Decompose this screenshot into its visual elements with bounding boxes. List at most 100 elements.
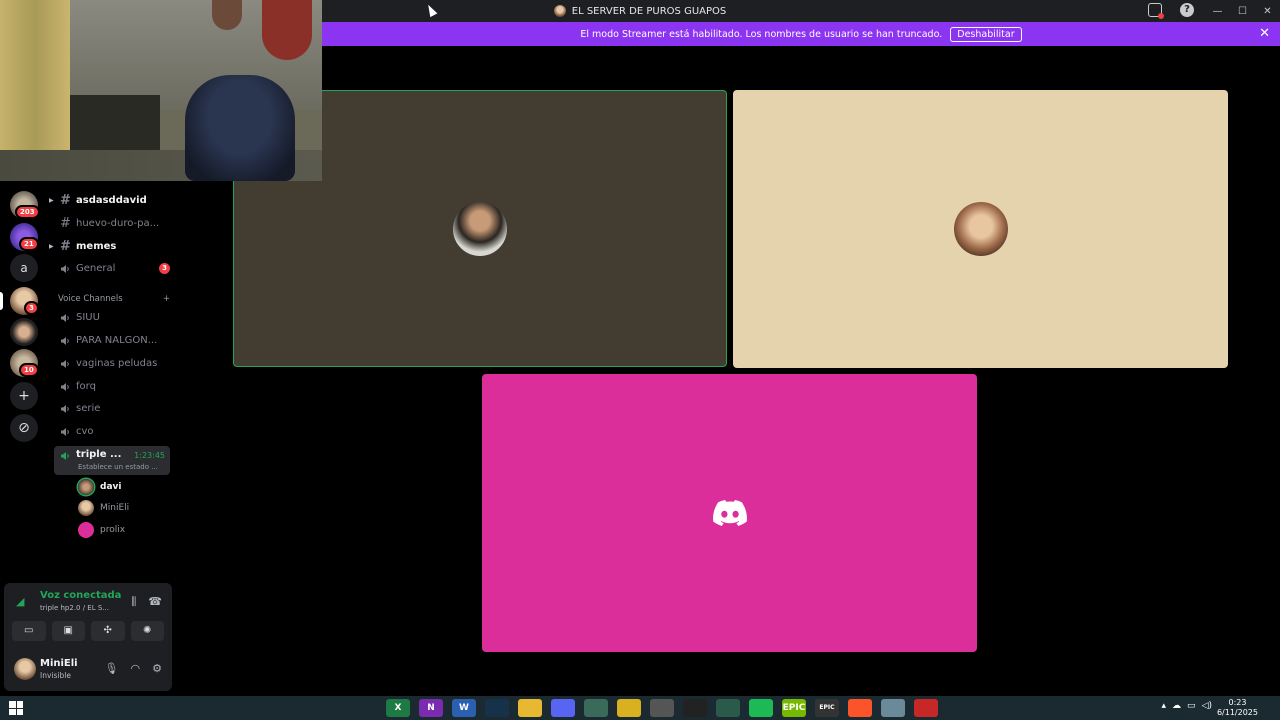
file-explorer-icon[interactable] [518,699,542,717]
voice-actions: ⫼ ☎ [131,595,162,609]
minimize-button[interactable]: — [1205,6,1230,17]
channel-status[interactable]: Establece un estado ... [78,463,158,471]
logitech-icon[interactable] [683,699,707,717]
screen-share-icon[interactable]: ▣ [51,621,85,641]
maximize-button[interactable]: ☐ [1230,6,1255,17]
server-icon-current[interactable]: 3 [10,287,39,315]
clock-date: 6/11/2025 [1216,708,1258,717]
voice-location[interactable]: triple hp2.0 / EL S... [40,604,109,612]
add-channel-icon[interactable]: + [163,294,170,304]
hash-icon: # [60,216,71,231]
webcam-overlay [0,0,322,181]
voice-channel-3[interactable]: vaginas peludas [54,353,172,374]
noise-suppression-icon[interactable]: ⫼ [131,595,136,609]
activities-icon[interactable]: ✣ [91,621,125,641]
channel-label: serie [76,403,101,414]
close-banner-icon[interactable]: ✕ [1259,26,1270,41]
volume-icon[interactable]: ◁) [1202,701,1212,711]
gear-icon[interactable]: ⚙ [152,662,162,675]
voice-channel-2[interactable]: PARA NALGON... [54,330,172,351]
channel-list: ▶ # asdasddavid # huevo-duro-pa... ▶ # m… [48,181,177,581]
channel-label: vaginas peludas [76,358,158,369]
category-label: Voice Channels [58,294,123,304]
explore-servers-icon[interactable]: ⊘ [10,414,38,442]
steam-icon[interactable] [485,699,509,717]
help-icon[interactable]: ? [1180,3,1194,17]
avatar [78,479,94,495]
speaker-icon [61,427,69,436]
voice-user-name: MiniEli [100,503,130,513]
brave-icon[interactable] [848,699,872,717]
voice-user-davi[interactable]: davi [78,478,121,496]
excel-icon[interactable]: X [386,699,410,717]
channel-label: triple ... [76,449,122,460]
server-icon-6[interactable]: 10 [10,349,39,377]
channel-huevo-duro[interactable]: # huevo-duro-pa... [54,213,172,234]
channel-asdasddavid[interactable]: ▶ # asdasddavid [49,190,172,211]
window-title-text: EL SERVER DE PUROS GUAPOS [571,5,727,17]
microphone-icon[interactable]: 🎙 [105,662,119,675]
streamer-mode-banner: El modo Streamer está habilitado. Los no… [322,22,1280,46]
voice-user-minieli[interactable]: MiniEli [78,499,129,517]
user-controls: 🎙 ◠ ⚙ [105,662,162,675]
app-icon[interactable] [914,699,938,717]
nvidia-icon[interactable]: EPIC [782,699,806,717]
taskbar-clock[interactable]: 0:23 6/11/2025 [1217,698,1258,718]
windows-start-icon[interactable] [9,701,23,715]
voice-user-prolix[interactable]: prolix [78,521,125,539]
server-icon-1[interactable]: 203 [10,191,40,219]
avatar[interactable] [14,658,36,680]
network-icon[interactable]: ▭ [1187,701,1196,711]
server-icon-5[interactable] [10,318,38,346]
server-icon-a[interactable]: a [10,254,38,282]
epic-games-icon[interactable]: EPIC [815,699,839,717]
close-window-button[interactable]: ✕ [1255,6,1280,17]
system-tray: ▴ ☁ ▭ ◁) [1162,701,1212,711]
channel-general[interactable]: General 3 [54,258,172,279]
app-icon[interactable] [650,699,674,717]
channel-memes[interactable]: ▶ # memes [49,236,172,257]
spotify-icon[interactable] [749,699,773,717]
participant-tile[interactable] [733,90,1228,368]
webcam-desk [70,95,160,155]
discord-taskbar-icon[interactable] [551,699,575,717]
soundboard-icon[interactable]: ✺ [130,621,164,641]
window-controls: — ☐ ✕ [1205,0,1280,22]
signal-icon[interactable]: ◢ [16,595,24,608]
speaker-icon [61,382,69,391]
channel-label: forq [76,381,96,392]
add-server-icon[interactable]: + [10,382,38,410]
voice-user-name: davi [100,482,122,492]
onedrive-icon[interactable]: ☁ [1172,701,1181,711]
voice-channel-1[interactable]: SIUU [54,307,172,328]
server-icon-2[interactable]: 21 [10,223,39,251]
disconnect-icon[interactable]: ☎ [148,595,162,609]
call-timer: 1:23:45 [134,451,165,460]
voice-status[interactable]: Voz conectada [40,590,121,601]
voice-channel-5[interactable]: serie [54,398,172,419]
voice-action-buttons: ▭ ▣ ✣ ✺ [12,621,164,641]
word-icon[interactable]: W [452,699,476,717]
title-bar-actions: ? [1148,3,1194,19]
app-icon[interactable] [716,699,740,717]
disable-streamer-button[interactable]: Deshabilitar [950,26,1022,42]
voice-channel-4[interactable]: forq [54,376,172,397]
app-icon[interactable] [881,699,905,717]
voice-channel-6[interactable]: cvo [54,421,172,442]
participant-avatar [953,202,1008,256]
camera-off-icon[interactable]: ▭ [12,621,46,641]
mention-badge: 3 [159,263,170,274]
app-icon[interactable] [584,699,608,717]
app-icon[interactable] [617,699,641,717]
speaker-icon [61,452,69,460]
voice-channel-active[interactable]: triple ... 1:23:45 Establece un estado .… [54,446,170,475]
headphones-icon[interactable]: ◠ [131,662,141,675]
channel-label: SIUU [76,312,100,323]
unread-caret-icon: ▶ [49,197,54,204]
onenote-icon[interactable]: N [419,699,443,717]
participant-tile-default-avatar[interactable] [482,374,977,652]
channel-label: cvo [76,426,94,437]
inbox-icon[interactable] [1148,3,1164,19]
voice-channels-category[interactable]: Voice Channels + [58,294,170,304]
tray-expand-icon[interactable]: ▴ [1162,701,1167,711]
